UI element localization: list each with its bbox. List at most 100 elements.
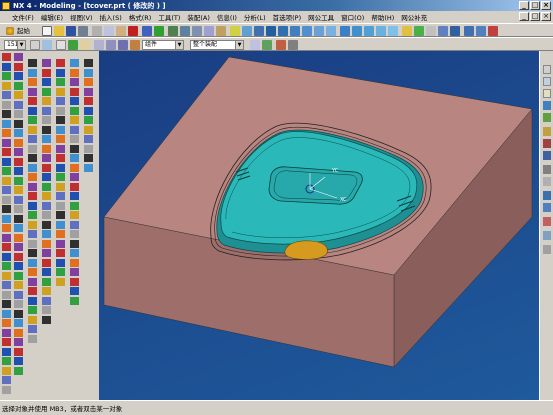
tool-icon[interactable] <box>42 211 51 219</box>
tool-icon[interactable] <box>2 347 11 356</box>
tool-icon[interactable] <box>2 300 11 308</box>
cube-partial-icon[interactable] <box>388 26 398 36</box>
tool-icon[interactable] <box>70 287 79 295</box>
view-top-icon[interactable] <box>266 26 276 36</box>
tool-icon[interactable] <box>70 201 79 210</box>
tool-icon[interactable] <box>42 87 51 96</box>
tool-icon[interactable] <box>70 192 79 200</box>
menu-format[interactable]: 格式(R) <box>129 12 152 22</box>
doc-minimize-button[interactable]: _ <box>519 12 529 21</box>
tool-icon[interactable] <box>28 59 37 67</box>
tool-icon[interactable] <box>56 220 65 229</box>
layer-icon[interactable] <box>438 26 448 36</box>
new-file-icon[interactable] <box>42 26 52 36</box>
menu-analysis[interactable]: 分析(L) <box>244 12 266 22</box>
process-studio-icon[interactable] <box>543 127 551 136</box>
system-materials-icon[interactable] <box>543 113 551 122</box>
tool-icon[interactable] <box>14 300 23 308</box>
visualization-icon[interactable] <box>543 203 551 212</box>
view-right-icon[interactable] <box>290 26 300 36</box>
tool-icon[interactable] <box>70 173 79 181</box>
update-icon[interactable] <box>154 26 164 36</box>
snap-center-icon[interactable] <box>130 40 140 50</box>
layer-select[interactable]: 151 ▼ <box>4 40 26 50</box>
tool-icon[interactable] <box>14 157 23 166</box>
tool-icon[interactable] <box>2 110 11 118</box>
tool-icon[interactable] <box>56 277 65 286</box>
shaded-icon[interactable] <box>242 26 252 36</box>
tool-icon[interactable] <box>70 78 79 86</box>
tool-icon[interactable] <box>14 252 23 261</box>
tool-icon[interactable] <box>42 315 51 324</box>
tool-icon[interactable] <box>28 296 37 305</box>
tool-icon[interactable] <box>28 125 37 134</box>
rotate-icon[interactable] <box>180 26 190 36</box>
new-window-icon[interactable] <box>56 40 66 50</box>
tool-icon[interactable] <box>42 287 51 295</box>
tool-icon[interactable] <box>70 220 79 229</box>
reuse-library-icon[interactable] <box>543 89 551 98</box>
maximize-button[interactable]: □ <box>530 1 540 10</box>
tool-icon[interactable] <box>56 201 65 210</box>
tool-icon[interactable] <box>70 277 79 286</box>
tool-icon[interactable] <box>2 100 11 109</box>
close-button[interactable]: × <box>541 1 551 10</box>
tool-icon[interactable] <box>70 97 79 105</box>
tool-icon[interactable] <box>28 334 37 343</box>
snap-point-icon[interactable] <box>94 40 104 50</box>
tool-icon[interactable] <box>56 163 65 172</box>
menu-window[interactable]: 窗口(O) <box>341 12 364 22</box>
tool-icon[interactable] <box>84 106 93 115</box>
assembly-navigator-icon[interactable] <box>543 65 551 74</box>
scope-select[interactable]: 整个装配 ▼ <box>190 40 244 50</box>
tool-icon[interactable] <box>70 125 79 134</box>
tool-icon[interactable] <box>28 315 37 324</box>
tool-icon[interactable] <box>14 72 23 80</box>
tool-icon[interactable] <box>2 309 11 318</box>
tool-icon[interactable] <box>2 167 11 175</box>
tool-icon[interactable] <box>14 338 23 346</box>
tool-icon[interactable] <box>28 135 37 143</box>
doc-restore-button[interactable]: □ <box>530 12 540 21</box>
type-filter-select[interactable]: 组件 ▼ <box>142 40 184 50</box>
tool-icon[interactable] <box>2 138 11 147</box>
tool-icon[interactable] <box>14 290 23 299</box>
deselect-icon[interactable] <box>276 40 286 50</box>
hd3d-icon[interactable] <box>543 191 551 200</box>
tool-icon[interactable] <box>2 233 11 242</box>
tool-icon[interactable] <box>28 173 37 181</box>
tool-icon[interactable] <box>84 78 93 86</box>
tool-icon[interactable] <box>14 195 23 204</box>
chevron-down-icon[interactable]: ▼ <box>175 41 183 49</box>
tool-icon[interactable] <box>28 249 37 257</box>
menu-file[interactable]: 文件(F) <box>12 12 34 22</box>
tool-icon[interactable] <box>42 106 51 115</box>
fit-icon[interactable] <box>204 26 214 36</box>
filter-icon[interactable] <box>80 40 90 50</box>
tool-icon[interactable] <box>84 116 93 124</box>
tool-icon[interactable] <box>2 281 11 289</box>
copy-icon[interactable] <box>104 26 114 36</box>
tool-icon[interactable] <box>42 249 51 257</box>
tool-icon[interactable] <box>2 385 11 394</box>
tool-icon[interactable] <box>2 186 11 194</box>
paste-icon[interactable] <box>116 26 126 36</box>
tool-icon[interactable] <box>42 258 51 267</box>
roles-icon[interactable] <box>543 139 551 148</box>
history-icon[interactable] <box>543 101 551 110</box>
tool-icon[interactable] <box>70 296 79 305</box>
tool-icon[interactable] <box>42 125 51 134</box>
tool-icon[interactable] <box>28 154 37 162</box>
tool-icon[interactable] <box>14 224 23 232</box>
tool-icon[interactable] <box>56 135 65 143</box>
tool-icon[interactable] <box>2 129 11 137</box>
tool-icon[interactable] <box>42 116 51 124</box>
tool-icon[interactable] <box>56 97 65 105</box>
menu-help[interactable]: 帮助(H) <box>371 12 394 22</box>
save-icon[interactable] <box>66 26 76 36</box>
measure-icon[interactable] <box>288 40 298 50</box>
light-bulb-icon[interactable] <box>230 26 240 36</box>
tool-icon[interactable] <box>56 182 65 191</box>
tool-icon[interactable] <box>42 296 51 305</box>
tool-icon[interactable] <box>84 144 93 153</box>
